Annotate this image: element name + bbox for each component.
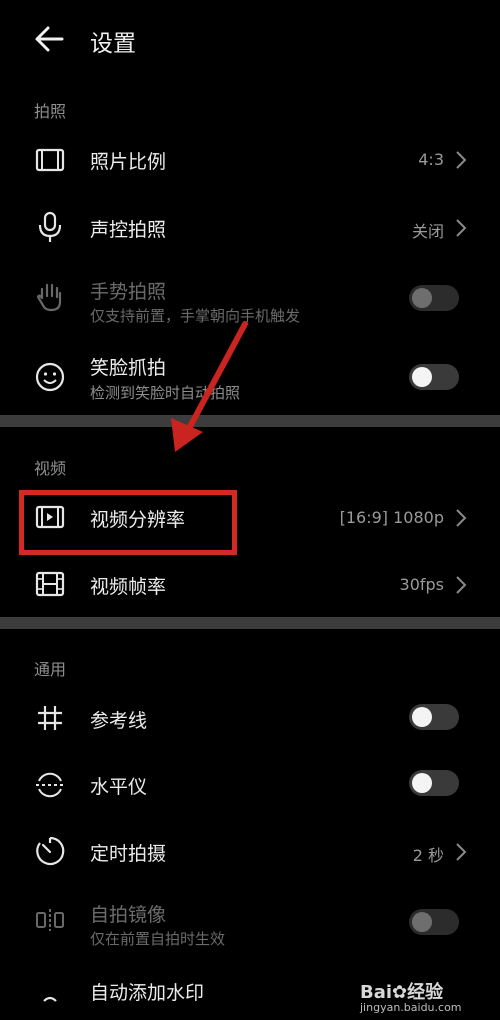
setting-title: 手势拍照 — [90, 281, 167, 303]
mirror-toggle — [409, 909, 459, 935]
grid-toggle[interactable] — [409, 704, 459, 730]
watermark-site: jingyan.baidu.com — [360, 1001, 462, 1014]
mirror-icon — [33, 903, 67, 937]
paw-icon: ✿ — [392, 982, 408, 1003]
smiley-icon — [33, 360, 67, 394]
highlight-box — [19, 490, 237, 555]
top-bar: 设置 — [0, 0, 500, 80]
setting-title: 水平仪 — [90, 776, 148, 798]
setting-subtitle: 仅在前置自拍时生效 — [90, 930, 226, 948]
section-label-general: 通用 — [34, 660, 67, 679]
chevron-right-icon — [454, 508, 468, 528]
setting-photo-ratio[interactable]: 照片比例 4:3 — [0, 128, 500, 192]
setting-value: [16:9] 1080p — [339, 508, 444, 527]
setting-grid-lines[interactable]: 参考线 — [0, 686, 500, 750]
section-label-photo: 拍照 — [34, 102, 67, 121]
chevron-right-icon — [454, 150, 468, 170]
film-strip-icon — [33, 567, 67, 601]
setting-title: 照片比例 — [90, 151, 167, 173]
page-title: 设置 — [90, 31, 136, 57]
setting-value: 关闭 — [411, 222, 444, 241]
setting-title: 视频帧率 — [90, 576, 167, 598]
setting-title: 自拍镜像 — [90, 904, 167, 926]
setting-level[interactable]: 水平仪 — [0, 752, 500, 816]
setting-title: 参考线 — [90, 710, 148, 732]
setting-title: 声控拍照 — [90, 219, 167, 241]
setting-value: 2 秒 — [412, 846, 444, 865]
gesture-toggle — [409, 285, 459, 311]
baidu-watermark: Bai✿经验 jingyan.baidu.com — [360, 978, 478, 1014]
back-button[interactable] — [30, 22, 70, 56]
section-divider — [0, 617, 500, 629]
chevron-right-icon — [454, 842, 468, 862]
setting-voice-capture[interactable]: 声控拍照 关闭 — [0, 195, 500, 259]
smile-toggle[interactable] — [409, 364, 459, 390]
watermark-icon — [33, 993, 67, 1020]
setting-value: 4:3 — [418, 150, 444, 169]
level-icon — [33, 767, 67, 801]
setting-timer[interactable]: 定时拍摄 2 秒 — [0, 819, 500, 883]
timer-icon — [33, 834, 67, 868]
level-toggle[interactable] — [409, 770, 459, 796]
setting-value: 30fps — [399, 575, 444, 594]
annotation-arrow-icon — [171, 321, 248, 452]
setting-title: 笑脸抓拍 — [90, 357, 167, 379]
section-label-video: 视频 — [34, 459, 67, 478]
grid-hash-icon — [33, 701, 67, 735]
arrow-left-icon — [35, 26, 64, 52]
chevron-right-icon — [454, 575, 468, 595]
microphone-icon — [33, 210, 67, 244]
setting-title: 定时拍摄 — [90, 843, 167, 865]
chevron-right-icon — [454, 218, 468, 238]
film-frame-icon — [33, 143, 67, 177]
setting-video-framerate[interactable]: 视频帧率 30fps — [0, 552, 500, 616]
setting-title: 自动添加水印 — [90, 982, 205, 1004]
setting-selfie-mirror: 自拍镜像 仅在前置自拍时生效 — [0, 891, 500, 955]
hand-icon — [33, 280, 67, 314]
